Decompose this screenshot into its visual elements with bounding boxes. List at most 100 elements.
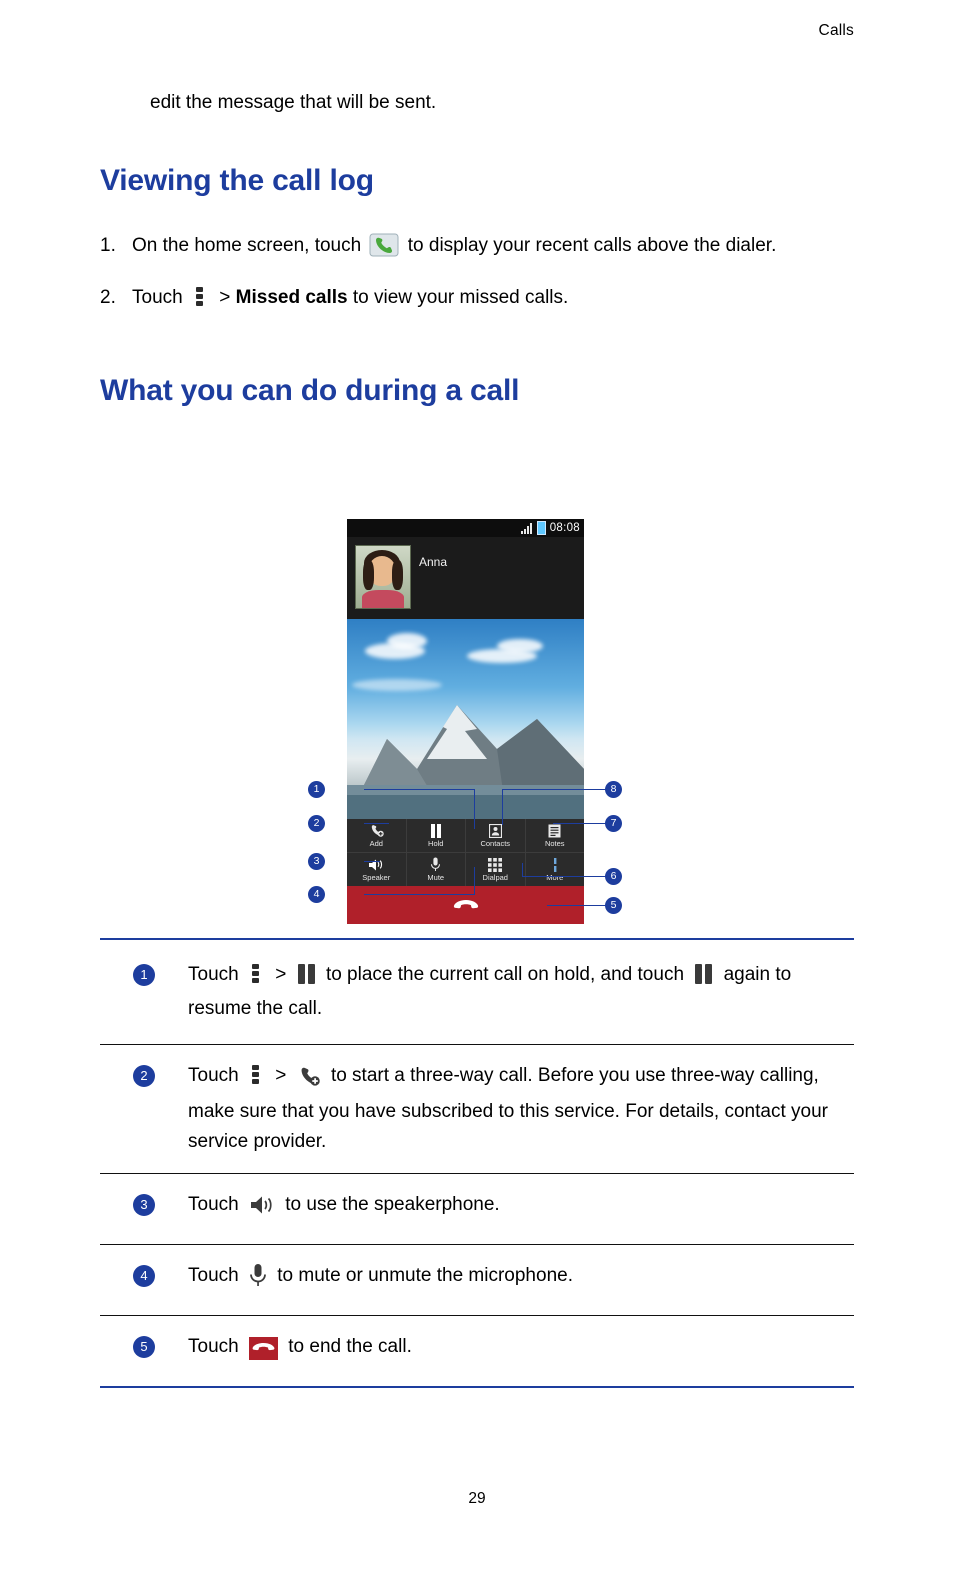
page-number: 29 bbox=[468, 1490, 486, 1507]
overflow-menu-icon bbox=[195, 287, 204, 306]
step-number: 1. bbox=[100, 235, 116, 256]
step-text-after: to display your recent calls above the d… bbox=[407, 235, 777, 256]
leader-line-1v bbox=[474, 789, 475, 829]
callout-4: 4 bbox=[308, 886, 325, 903]
callout-legend-table: 1 Touch > to place the current call on h… bbox=[100, 938, 854, 1388]
running-header: Calls bbox=[818, 22, 854, 39]
status-badge: 1 bbox=[133, 964, 155, 986]
legend-text-2: to use the speakerphone. bbox=[285, 1194, 500, 1215]
step-text-before: On the home screen, touch bbox=[132, 235, 362, 256]
status-badge: 2 bbox=[133, 1065, 155, 1087]
notes-icon bbox=[548, 823, 561, 838]
legend-description: Touch > to start a three-way call. Befor… bbox=[188, 1061, 854, 1157]
hold-button[interactable]: Hold bbox=[407, 819, 466, 852]
page-title: Viewing the call log bbox=[100, 164, 374, 197]
legend-text-2: to end the call. bbox=[288, 1336, 412, 1357]
leader-line-2 bbox=[364, 823, 389, 824]
end-call-icon bbox=[453, 898, 479, 912]
microphone-icon bbox=[249, 1263, 267, 1297]
mute-button[interactable]: Mute bbox=[407, 853, 466, 886]
legend-badge-cell: 4 bbox=[100, 1261, 188, 1287]
add-call-label: Add bbox=[369, 839, 383, 848]
phone-icon bbox=[369, 232, 399, 258]
mute-label: Mute bbox=[427, 873, 445, 882]
hold-label: Hold bbox=[428, 839, 444, 848]
table-row: 4 Touch to mute or unmute the microphone… bbox=[100, 1245, 854, 1316]
status-badge: 3 bbox=[133, 1194, 155, 1216]
step-text-after: to view your missed calls. bbox=[352, 287, 569, 308]
intro-paragraph: edit the message that will be sent. bbox=[150, 92, 437, 113]
leader-line-1 bbox=[364, 789, 475, 790]
status-badge: 4 bbox=[133, 1265, 155, 1287]
contacts-label: Contacts bbox=[480, 839, 511, 848]
overflow-menu-icon bbox=[251, 964, 260, 983]
legend-description: Touch to end the call. bbox=[188, 1332, 854, 1362]
legend-badge-cell: 5 bbox=[100, 1332, 188, 1358]
table-row: 3 Touch to use the speakerphone. bbox=[100, 1174, 854, 1245]
leader-line-3 bbox=[364, 861, 380, 862]
pause-icon bbox=[430, 823, 442, 838]
legend-text-1: Touch bbox=[188, 1265, 239, 1286]
leader-line-4v bbox=[474, 867, 475, 895]
step-separator: > bbox=[219, 287, 231, 308]
legend-text-1: Touch bbox=[188, 1336, 239, 1357]
leader-line-6v bbox=[522, 863, 523, 877]
list-item: 2. Touch > Missed calls to view your mis… bbox=[100, 284, 854, 312]
callout-7: 7 bbox=[605, 815, 622, 832]
steps-list: 1. On the home screen, touch to display … bbox=[100, 232, 854, 312]
step-bold-label: Missed calls bbox=[235, 287, 348, 308]
callout-8: 8 bbox=[605, 781, 622, 798]
speaker-label: Speaker bbox=[362, 873, 391, 882]
callout-3: 3 bbox=[308, 853, 325, 870]
notes-label: Notes bbox=[544, 839, 565, 848]
overflow-menu-icon bbox=[251, 1065, 260, 1084]
speaker-icon bbox=[368, 857, 384, 872]
end-call-icon bbox=[248, 1337, 278, 1360]
section-title-during-call: What you can do during a call bbox=[100, 374, 520, 407]
step-number: 2. bbox=[100, 287, 116, 308]
step-text-before: Touch bbox=[132, 287, 183, 308]
legend-description: Touch to use the speakerphone. bbox=[188, 1190, 854, 1226]
page-content: edit the message that will be sent. View… bbox=[100, 90, 854, 408]
callout-5: 5 bbox=[605, 897, 622, 914]
leader-line-4 bbox=[364, 894, 475, 895]
legend-text-1: Touch bbox=[188, 964, 239, 985]
legend-description: Touch > to place the current call on hol… bbox=[188, 960, 854, 1024]
callout-1: 1 bbox=[308, 781, 325, 798]
legend-text-1: Touch bbox=[188, 1065, 239, 1086]
caller-name: Anna bbox=[419, 555, 448, 569]
table-row: 1 Touch > to place the current call on h… bbox=[100, 940, 854, 1045]
legend-badge-cell: 1 bbox=[100, 960, 188, 986]
dialpad-label: Dialpad bbox=[482, 873, 508, 882]
legend-text-2: to place the current call on hold, and t… bbox=[325, 964, 685, 985]
status-badge: 5 bbox=[133, 1336, 155, 1358]
table-row: 5 Touch to end the call. bbox=[100, 1316, 854, 1388]
legend-description: Touch to mute or unmute the microphone. bbox=[188, 1261, 854, 1297]
more-button[interactable]: More bbox=[526, 853, 585, 886]
list-item: 1. On the home screen, touch to display … bbox=[100, 232, 854, 260]
legend-text-1: Touch bbox=[188, 1194, 239, 1215]
leader-line-7 bbox=[553, 823, 607, 824]
legend-badge-cell: 3 bbox=[100, 1190, 188, 1216]
phone-screenshot-figure: 08:08 Anna Add Hold Contacts Notes Speak… bbox=[308, 519, 622, 924]
callout-2: 2 bbox=[308, 815, 325, 832]
pause-icon bbox=[297, 964, 315, 994]
leader-line-8 bbox=[502, 789, 607, 790]
phone-status-bar: 08:08 bbox=[347, 519, 584, 537]
add-call-icon bbox=[369, 823, 384, 838]
more-icon bbox=[552, 857, 558, 872]
in-call-row-2: Speaker Mute Dialpad More bbox=[347, 853, 584, 886]
legend-separator: > bbox=[275, 964, 287, 985]
phone-device: 08:08 Anna Add Hold Contacts Notes Speak… bbox=[347, 519, 584, 924]
pause-icon bbox=[695, 964, 713, 994]
avatar bbox=[355, 545, 411, 609]
contacts-icon bbox=[488, 823, 502, 838]
legend-text-2: to mute or unmute the microphone. bbox=[277, 1265, 573, 1286]
add-call-icon bbox=[297, 1065, 321, 1097]
microphone-icon bbox=[430, 857, 441, 872]
leader-line-8v bbox=[502, 789, 503, 825]
speaker-button[interactable]: Speaker bbox=[347, 853, 407, 886]
signal-icon bbox=[520, 522, 533, 534]
leader-line-6 bbox=[522, 876, 607, 877]
dialpad-icon bbox=[488, 857, 503, 872]
